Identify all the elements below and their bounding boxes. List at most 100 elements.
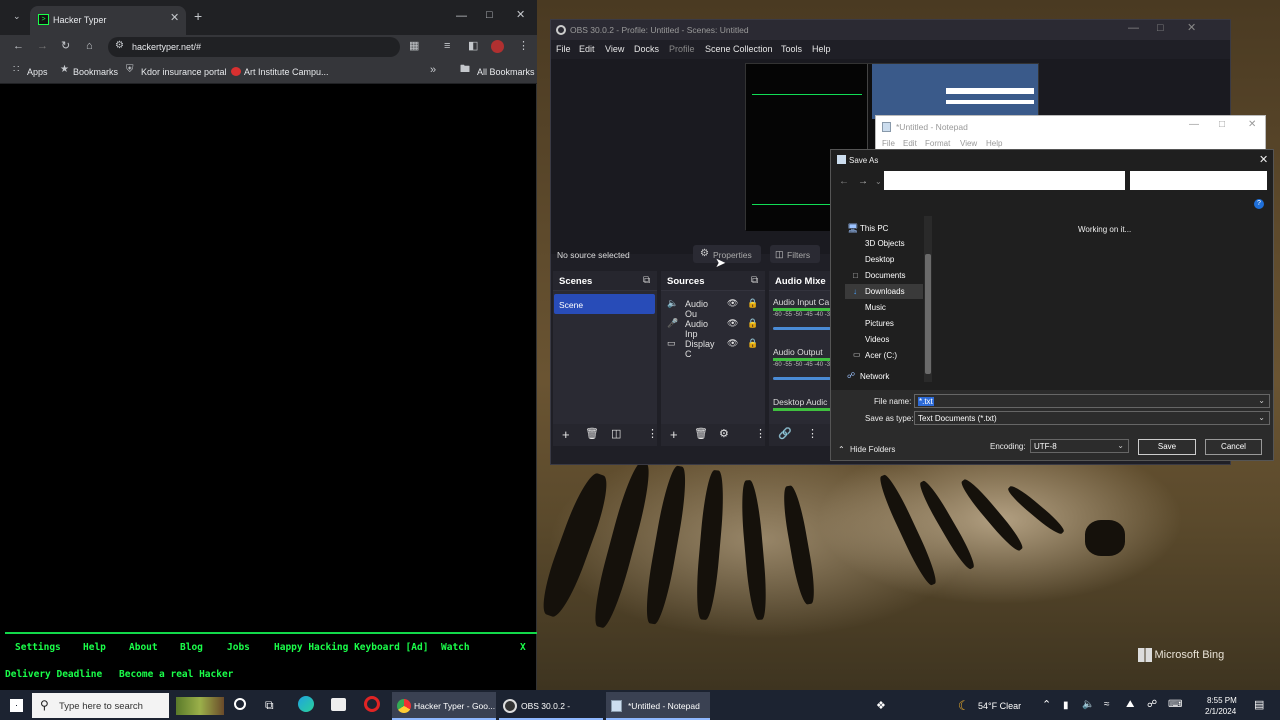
hide-folders-chevron-icon[interactable]: ⌃ bbox=[838, 445, 845, 454]
scene-filter-icon[interactable]: ◫ bbox=[611, 429, 621, 440]
speaker-icon[interactable]: 🔈 bbox=[1082, 699, 1094, 710]
url-text[interactable]: hackertyper.net/# bbox=[132, 42, 201, 52]
tray-chevron-icon[interactable]: ⌃ bbox=[1042, 698, 1051, 711]
security-icon[interactable]: ⛰ bbox=[1126, 699, 1134, 710]
close-nav-button[interactable]: X bbox=[520, 642, 526, 653]
save-type-select[interactable]: Text Documents (*.txt) ⌄ bbox=[914, 411, 1270, 425]
properties-button[interactable]: ⚙ Properties bbox=[693, 245, 761, 263]
nav-about[interactable]: About bbox=[129, 642, 158, 653]
file-name-input[interactable]: *.txt ⌄ bbox=[914, 394, 1270, 408]
search-field[interactable] bbox=[1130, 171, 1267, 190]
extensions-icon[interactable]: ▦ bbox=[409, 41, 419, 52]
all-bookmarks[interactable]: All Bookmarks bbox=[477, 67, 535, 77]
network-icon[interactable]: ☍ bbox=[1147, 699, 1157, 710]
window-close-icon[interactable]: ✕ bbox=[516, 10, 525, 21]
clock-time[interactable]: 8:55 PM bbox=[1207, 696, 1237, 705]
trash-icon[interactable]: 🗑 bbox=[585, 429, 599, 440]
link-icon[interactable]: 🔗 bbox=[778, 429, 792, 440]
source-row[interactable]: 🎤 Audio Inp 👁 🔒 bbox=[667, 318, 758, 339]
scene-item[interactable]: Scene bbox=[554, 294, 655, 314]
nav-documents[interactable]: Documents bbox=[865, 271, 905, 280]
store-icon[interactable] bbox=[331, 698, 346, 711]
obs-close-icon[interactable]: ✕ bbox=[1187, 23, 1196, 34]
more-options-icon[interactable]: ⋮ bbox=[647, 429, 658, 440]
nav-pictures[interactable]: Pictures bbox=[865, 319, 894, 328]
nav-help[interactable]: Help bbox=[83, 642, 106, 653]
volume-slider[interactable] bbox=[773, 377, 831, 380]
trash-icon[interactable]: 🗑 bbox=[694, 429, 708, 440]
forward-icon[interactable]: → bbox=[858, 176, 868, 187]
wifi-icon[interactable]: ≈ bbox=[1104, 699, 1110, 710]
obs-minimize-icon[interactable]: — bbox=[1128, 23, 1139, 34]
save-button[interactable]: Save bbox=[1138, 439, 1196, 455]
nav-3d-objects[interactable]: 3D Objects bbox=[865, 239, 905, 248]
maximize-icon[interactable]: □ bbox=[486, 10, 493, 21]
tab-search-chevron-icon[interactable]: ⌄ bbox=[13, 12, 21, 21]
menu-edit[interactable]: Edit bbox=[579, 44, 595, 54]
nav-videos[interactable]: Videos bbox=[865, 335, 889, 344]
menu-help[interactable]: Help bbox=[812, 44, 831, 54]
new-tab-icon[interactable]: + bbox=[194, 9, 202, 23]
notepad-menu-view[interactable]: View bbox=[960, 139, 977, 148]
cancel-button[interactable]: Cancel bbox=[1205, 439, 1262, 455]
task-view-icon[interactable]: ⧉ bbox=[265, 698, 274, 713]
menu-profile[interactable]: Profile bbox=[669, 44, 695, 54]
cortana-icon[interactable] bbox=[234, 698, 246, 710]
notepad-close-icon[interactable]: ✕ bbox=[1248, 119, 1256, 130]
tab-hacker-typer[interactable]: > Hacker Typer ✕ bbox=[30, 6, 186, 35]
more-options-icon[interactable]: ⋮ bbox=[807, 429, 818, 440]
nav-desktop[interactable]: Desktop bbox=[865, 255, 894, 264]
forward-icon[interactable]: → bbox=[37, 41, 48, 52]
taskbar-chrome[interactable]: Hacker Typer - Goo... bbox=[392, 692, 496, 720]
notepad-menu-edit[interactable]: Edit bbox=[903, 139, 917, 148]
menu-scene-collection[interactable]: Scene Collection bbox=[705, 44, 773, 54]
undock-icon[interactable]: ⧉ bbox=[643, 275, 650, 286]
media-control-icon[interactable]: ≡ bbox=[444, 41, 450, 52]
nav-settings[interactable]: Settings bbox=[15, 642, 61, 653]
undock-icon[interactable]: ⧉ bbox=[751, 275, 758, 286]
notepad-menu-file[interactable]: File bbox=[882, 139, 895, 148]
add-scene-icon[interactable]: + bbox=[562, 428, 570, 441]
bookmark-kdor[interactable]: Kdor insurance portal bbox=[141, 67, 227, 77]
recent-chevron-icon[interactable]: ⌄ bbox=[875, 177, 882, 186]
more-options-icon[interactable]: ⋮ bbox=[755, 429, 766, 440]
profile-avatar[interactable] bbox=[491, 40, 504, 53]
encoding-select[interactable]: UTF-8 ⌄ bbox=[1030, 439, 1129, 453]
address-bar[interactable]: ⚙ hackertyper.net/# bbox=[108, 37, 400, 57]
minimize-icon[interactable]: — bbox=[456, 11, 467, 22]
menu-docks[interactable]: Docks bbox=[634, 44, 659, 54]
reload-icon[interactable]: ↻ bbox=[61, 41, 70, 52]
source-row[interactable]: 🔈 Audio Ou 👁 🔒 bbox=[667, 298, 758, 319]
menu-file[interactable]: File bbox=[556, 44, 571, 54]
home-icon[interactable]: ⌂ bbox=[86, 41, 93, 52]
nav-jobs[interactable]: Jobs bbox=[227, 642, 250, 653]
menu-tools[interactable]: Tools bbox=[781, 44, 802, 54]
chrome-menu-icon[interactable]: ⋮ bbox=[518, 41, 529, 52]
visibility-eye-icon[interactable]: 👁 bbox=[727, 298, 738, 309]
menu-view[interactable]: View bbox=[605, 44, 624, 54]
notepad-maximize-icon[interactable]: □ bbox=[1219, 119, 1225, 130]
source-row[interactable]: ▭ Display C 👁 🔒 bbox=[667, 338, 758, 359]
filters-button[interactable]: ◫ Filters bbox=[770, 245, 820, 263]
weather-text[interactable]: 54°F Clear bbox=[978, 701, 1021, 711]
nav-acer-drive[interactable]: Acer (C:) bbox=[865, 351, 897, 360]
volume-slider[interactable] bbox=[773, 327, 831, 330]
nav-music[interactable]: Music bbox=[865, 303, 886, 312]
dialog-close-icon[interactable]: ✕ bbox=[1259, 153, 1268, 166]
bookmark-bookmarks[interactable]: Bookmarks bbox=[73, 67, 118, 77]
taskbar-search[interactable]: ⚲ Type here to search bbox=[32, 693, 169, 718]
lock-icon[interactable]: 🔒 bbox=[747, 318, 758, 329]
taskbar-obs[interactable]: OBS 30.0.2 - Profile... bbox=[499, 692, 603, 720]
opera-icon[interactable] bbox=[364, 696, 380, 712]
bookmark-art-institute[interactable]: Art Institute Campu... bbox=[244, 67, 329, 77]
notepad-menu-format[interactable]: Format bbox=[925, 139, 950, 148]
lock-icon[interactable]: 🔒 bbox=[747, 298, 758, 309]
back-icon[interactable]: ← bbox=[839, 176, 849, 187]
link-become-hacker[interactable]: Become a real Hacker bbox=[119, 669, 233, 680]
hide-folders-button[interactable]: Hide Folders bbox=[850, 445, 895, 454]
gear-icon[interactable]: ⚙ bbox=[719, 429, 729, 440]
notifications-icon[interactable]: ▤ bbox=[1254, 698, 1264, 711]
nav-keyboard-ad[interactable]: Happy Hacking Keyboard [Ad] bbox=[274, 642, 428, 653]
nav-scrollbar[interactable] bbox=[925, 254, 931, 374]
windows-start-icon[interactable] bbox=[10, 699, 23, 712]
